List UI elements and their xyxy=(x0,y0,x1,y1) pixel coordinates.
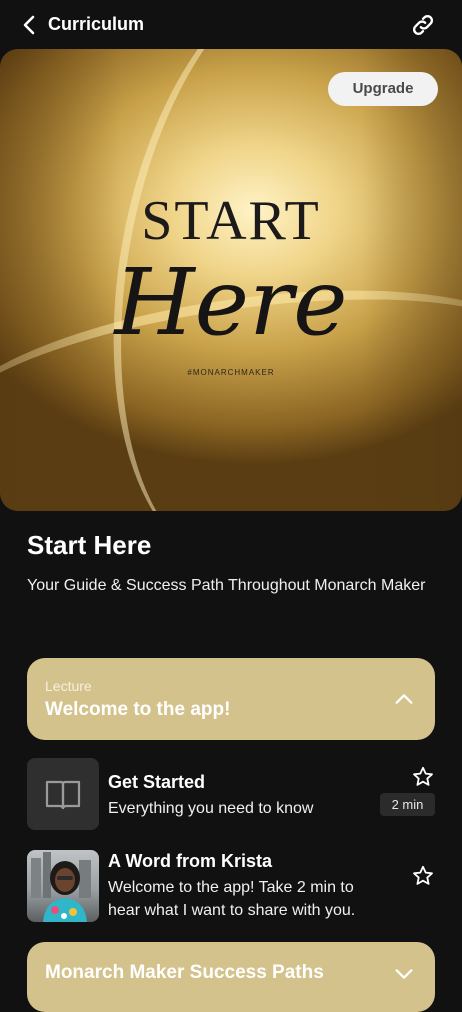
star-outline-icon[interactable] xyxy=(411,765,435,789)
upgrade-button[interactable]: Upgrade xyxy=(328,72,438,106)
duration-badge: 2 min xyxy=(380,793,435,816)
section-kicker: Lecture xyxy=(45,678,92,694)
hero-start-word: START xyxy=(141,190,321,252)
lesson-description: Everything you need to know xyxy=(108,800,314,817)
hero-hashtag: #MONARCHMAKER xyxy=(187,368,275,377)
avatar-photo xyxy=(31,852,91,922)
top-bar: Curriculum xyxy=(0,0,462,50)
lesson-title: Get Started xyxy=(108,772,206,792)
page-title: Curriculum xyxy=(48,14,145,34)
chevron-left-icon[interactable] xyxy=(18,13,42,37)
link-icon[interactable] xyxy=(410,12,436,38)
hero-here-word: Here xyxy=(114,249,348,356)
lesson-row[interactable]: A Word from Krista Welcome to the app! T… xyxy=(27,850,435,922)
chevron-up-icon[interactable] xyxy=(393,688,415,710)
hero-image: START Here #MONARCHMAKER Upgrade xyxy=(0,49,462,511)
section-header-success-paths[interactable]: Monarch Maker Success Paths xyxy=(27,942,435,1012)
star-outline-icon[interactable] xyxy=(411,864,435,888)
section-title: Monarch Maker Success Paths xyxy=(45,962,324,983)
lesson-row[interactable]: Get Started Everything you need to know … xyxy=(27,758,435,830)
chevron-down-icon[interactable] xyxy=(393,963,415,985)
lesson-description: Welcome to the app! Take 2 min to hear w… xyxy=(108,879,356,919)
book-icon xyxy=(45,780,81,810)
course-title: Start Here xyxy=(27,530,152,560)
lesson-title: A Word from Krista xyxy=(108,851,273,871)
lesson-thumbnail xyxy=(27,758,99,830)
section-title: Welcome to the app! xyxy=(45,699,231,720)
section-header-welcome[interactable]: Lecture Welcome to the app! xyxy=(27,658,435,740)
avatar xyxy=(27,850,99,922)
course-subtitle: Your Guide & Success Path Throughout Mon… xyxy=(27,577,426,594)
